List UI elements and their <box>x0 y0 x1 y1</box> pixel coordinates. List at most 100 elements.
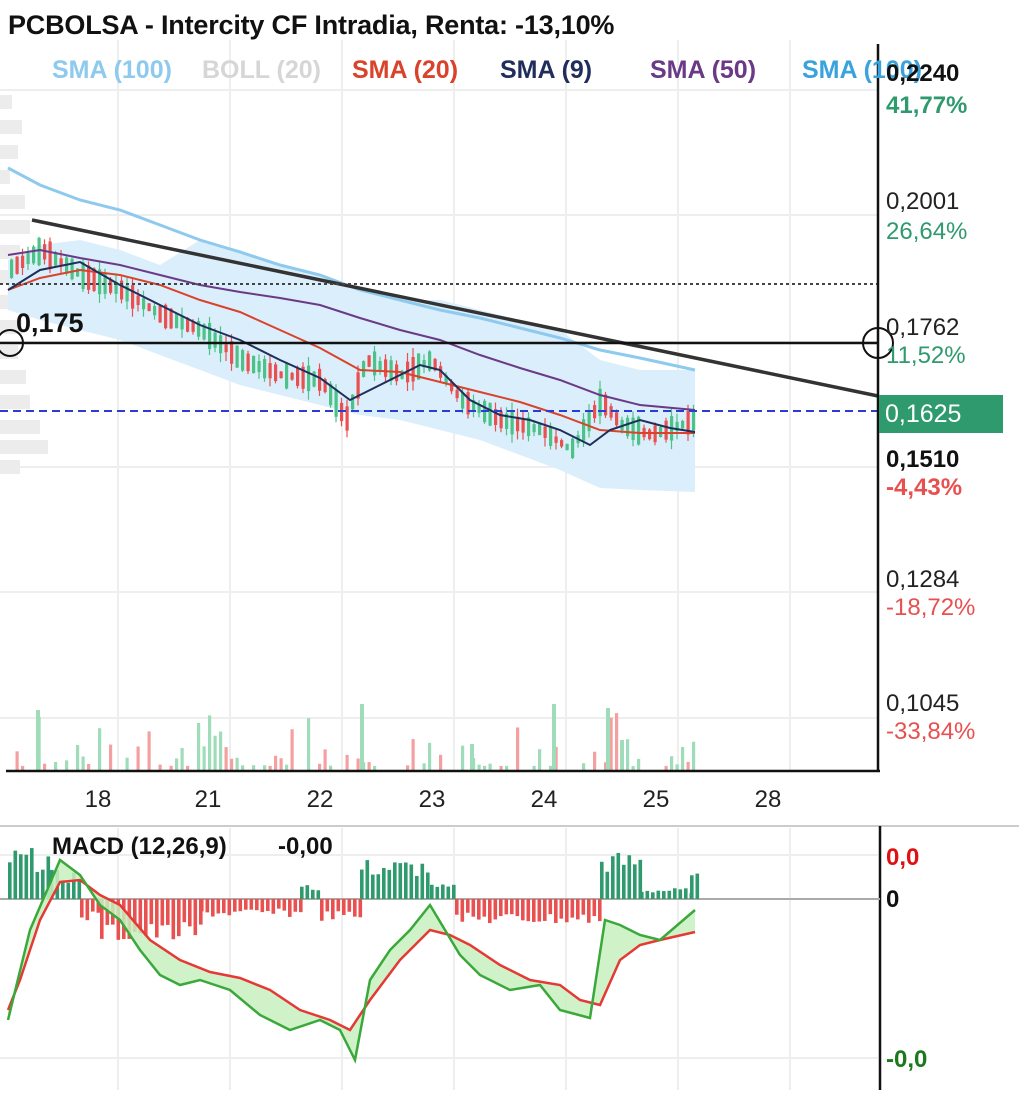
candle-body <box>307 365 311 392</box>
volume-bar <box>230 758 234 770</box>
volume-bar <box>224 747 228 770</box>
macd-hist-bar <box>211 899 215 917</box>
volume-bar <box>681 746 685 770</box>
candle-body <box>257 361 261 373</box>
macd-hist-bar <box>293 899 298 912</box>
macd-hist-bar <box>409 864 414 899</box>
volume-bar <box>21 765 25 770</box>
macd-hist-bar <box>673 888 677 899</box>
volume-bar <box>186 765 190 770</box>
macd-hist-bar <box>360 869 364 899</box>
macd-hist-bar <box>543 899 547 921</box>
macd-hist-bar <box>24 854 29 899</box>
macd-hist-bar <box>66 882 71 899</box>
candle-body <box>279 371 283 379</box>
volume-bar <box>180 748 184 770</box>
macd-hist-bar <box>460 899 465 922</box>
candle-body <box>615 412 619 426</box>
macd-hist-bar <box>8 862 12 899</box>
macd-hist-bar <box>365 860 370 899</box>
macd-hist-bar <box>77 879 82 899</box>
volume-profile-bar <box>0 420 40 434</box>
legend-sma-100-light[interactable]: SMA (100) <box>52 56 172 85</box>
candle-body <box>32 246 36 264</box>
legend-sma-20[interactable]: SMA (20) <box>352 56 458 85</box>
macd-hist-bar <box>91 899 95 912</box>
candle-body <box>296 368 300 386</box>
macd-hist-bar <box>611 856 615 899</box>
candle-body <box>367 355 371 367</box>
volume-bar <box>637 758 641 770</box>
candle-body <box>147 303 151 312</box>
macd-hist-bar <box>13 850 18 899</box>
legend-boll-20[interactable]: BOLL (20) <box>202 56 321 85</box>
volume-bar <box>428 742 432 770</box>
pct-tick-3: -4,43% <box>886 474 963 501</box>
candle-body <box>560 440 564 447</box>
macd-hist-bar <box>238 899 243 912</box>
volume-bar <box>318 763 322 770</box>
macd-hist-bar <box>576 899 580 920</box>
volume-bar <box>505 765 509 770</box>
horizontal-line-label: 0,175 <box>16 308 84 338</box>
macd-axis-top: 0,0 <box>886 844 920 871</box>
candle-body <box>70 258 74 280</box>
x-tick-2: 22 <box>306 786 334 813</box>
macd-hist-bar <box>678 889 683 899</box>
candle-body <box>488 402 492 426</box>
x-tick-6: 28 <box>754 786 782 813</box>
macd-hist-bar <box>193 899 198 936</box>
candle-body <box>191 321 195 332</box>
macd-hist-bar <box>336 899 341 912</box>
volume-bar <box>439 754 443 770</box>
macd-value: -0,00 <box>278 833 333 860</box>
price-tick-0: 0,2240 <box>886 60 960 87</box>
candle-body <box>175 313 179 329</box>
macd-hist-bar <box>200 899 204 912</box>
volume-spike <box>620 740 624 770</box>
current-price-badge: 0,1625 <box>879 395 1003 433</box>
volume-spike <box>470 744 474 770</box>
macd-hist-bar <box>288 899 292 917</box>
macd-hist-bar <box>616 852 621 899</box>
macd-histogram <box>8 848 700 940</box>
volume-bar <box>686 761 690 770</box>
macd-hist-bar <box>656 890 661 899</box>
volume-spike <box>36 710 40 770</box>
volume-profile-bar <box>0 170 10 184</box>
volume-bar <box>43 763 47 770</box>
volume-bar <box>197 723 201 770</box>
macd-hist-bar <box>182 899 187 923</box>
volume-bar <box>626 739 630 770</box>
price-tick-2: 0,1762 <box>886 314 960 341</box>
volume-bar <box>290 729 294 770</box>
macd-hist-bar <box>430 884 434 899</box>
macd-hist-bar <box>684 888 688 899</box>
candle-body <box>180 315 184 330</box>
volume-bar <box>329 765 333 770</box>
legend-sma-9[interactable]: SMA (9) <box>500 56 592 85</box>
chart-svg <box>0 40 1019 1090</box>
volume-bar <box>202 746 206 770</box>
volume-bar <box>235 757 239 770</box>
macd-hist-bar <box>565 899 569 923</box>
volume-bar <box>252 765 256 770</box>
candle-body <box>224 344 228 353</box>
macd-hist-bar <box>80 899 84 918</box>
macd-hist-bar <box>398 863 403 899</box>
candle-body <box>549 426 553 446</box>
candle-body <box>158 305 162 323</box>
macd-hist-bar <box>441 884 445 899</box>
macd-hist-bar <box>510 899 514 915</box>
legend-sma-50[interactable]: SMA (50) <box>650 56 756 85</box>
macd-hist-bar <box>347 899 352 912</box>
candle-body <box>252 355 256 374</box>
volume-bar <box>675 764 679 770</box>
candle-body <box>455 389 459 399</box>
candle-body <box>208 323 212 349</box>
macd-hist-bar <box>19 854 23 899</box>
macd-hist-bar <box>371 874 375 899</box>
macd-hist-bar <box>300 886 304 899</box>
macd-hist-bar <box>662 891 666 899</box>
volume-bar <box>406 765 410 770</box>
